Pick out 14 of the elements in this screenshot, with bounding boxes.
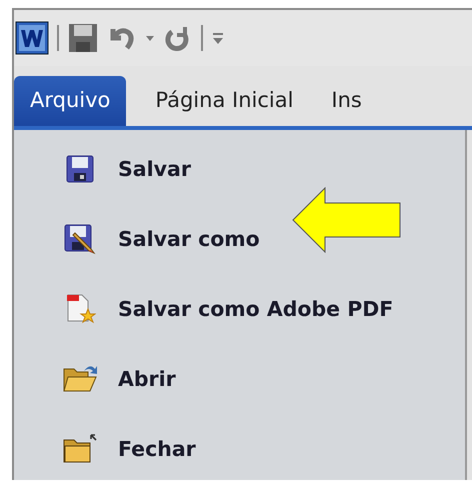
menu-item[interactable]: Salvar xyxy=(118,157,191,181)
document-star-icon xyxy=(64,293,96,325)
ribbon-tab[interactable]: Página Inicial xyxy=(136,76,312,126)
menu-item[interactable]: Salvar como xyxy=(118,227,260,251)
ribbon-tab[interactable]: Arquivo xyxy=(14,76,126,126)
ribbon-tab[interactable]: Ins xyxy=(312,76,381,126)
menu-item[interactable]: Abrir xyxy=(118,367,176,391)
save-icon[interactable] xyxy=(67,22,99,54)
word-logo-icon[interactable] xyxy=(15,21,49,55)
menu-item[interactable]: Fechar xyxy=(118,437,196,461)
dropdown-icon[interactable] xyxy=(145,33,155,43)
folder-icon xyxy=(62,433,98,465)
menu-item[interactable]: Salvar como Adobe PDF xyxy=(118,297,394,321)
floppy-pencil-icon xyxy=(63,223,97,255)
